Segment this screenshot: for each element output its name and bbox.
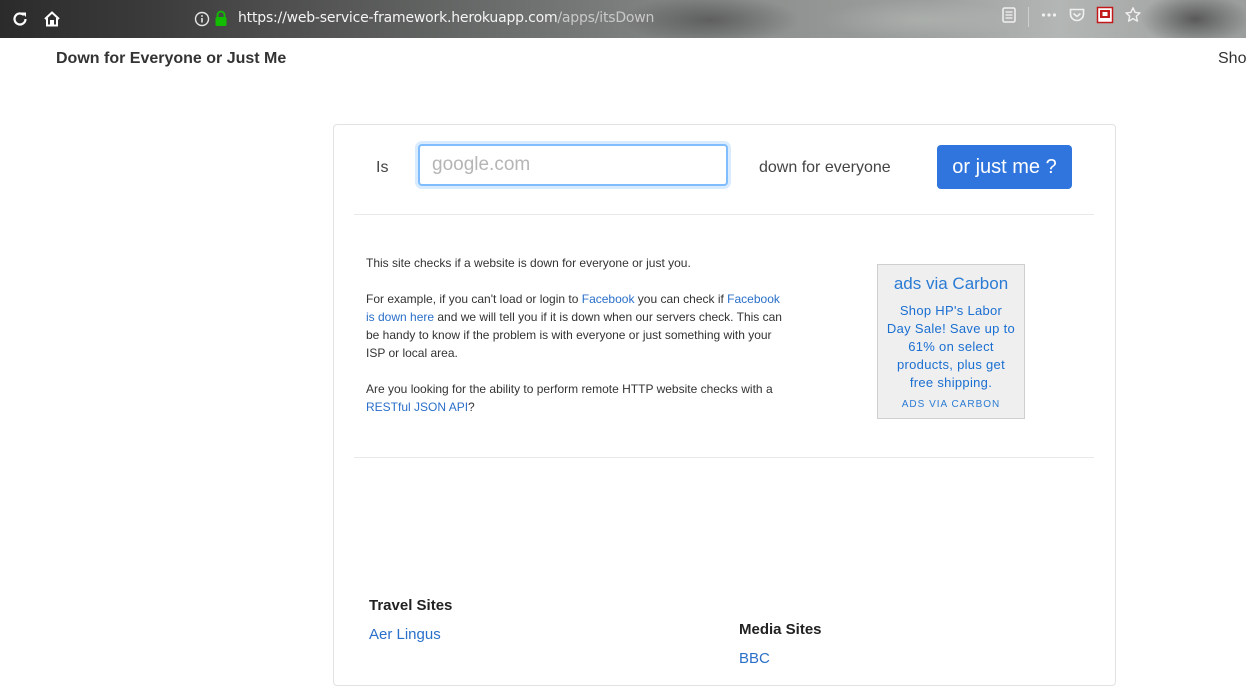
ad-title[interactable]: ads via Carbon xyxy=(878,274,1024,294)
media-site-link[interactable]: BBC xyxy=(739,650,770,667)
reload-icon xyxy=(13,12,27,26)
pocket-icon[interactable] xyxy=(1068,6,1086,24)
divider xyxy=(354,214,1094,215)
label-is: Is xyxy=(376,159,389,176)
browser-toolbar: https://web-service-framework.herokuapp.… xyxy=(0,0,1246,38)
reload-button[interactable] xyxy=(8,7,32,31)
description-paragraph: Are you looking for the ability to perfo… xyxy=(366,380,784,416)
carbon-ad[interactable]: ads via Carbon Shop HP's Labor Day Sale!… xyxy=(877,264,1025,419)
ad-footer[interactable]: ADS VIA CARBON xyxy=(878,399,1024,410)
bookmark-star-icon[interactable] xyxy=(1124,6,1142,24)
description-paragraph: For example, if you can't load or login … xyxy=(366,290,784,362)
url-path: /apps/itsDown xyxy=(557,10,655,26)
travel-site-link[interactable]: Aer Lingus xyxy=(369,626,441,643)
description: This site checks if a website is down fo… xyxy=(366,254,784,434)
text: Are you looking for the ability to perfo… xyxy=(366,382,773,396)
url-host: https://web-service-framework.herokuapp.… xyxy=(238,10,558,26)
nav-link-shop[interactable]: Sho xyxy=(1218,50,1246,68)
reader-view-icon[interactable] xyxy=(1000,6,1018,24)
home-icon xyxy=(44,11,60,27)
text: ? xyxy=(468,400,475,414)
home-button[interactable] xyxy=(40,7,64,31)
site-brand[interactable]: Down for Everyone or Just Me xyxy=(56,50,286,68)
label-down-for-everyone: down for everyone xyxy=(759,159,891,176)
url-text[interactable]: https://web-service-framework.herokuapp.… xyxy=(238,10,654,26)
divider xyxy=(354,457,1094,458)
toolbar-background-tree xyxy=(1140,0,1246,38)
media-sites-heading: Media Sites xyxy=(739,621,822,638)
restful-api-link[interactable]: RESTful JSON API xyxy=(366,400,468,414)
page-actions-menu-icon[interactable] xyxy=(1040,6,1058,24)
lock-icon[interactable] xyxy=(214,10,228,27)
facebook-link[interactable]: Facebook xyxy=(582,292,635,306)
extension-icon[interactable] xyxy=(1096,6,1114,24)
text: you can check if xyxy=(634,292,728,306)
info-icon[interactable] xyxy=(194,11,210,27)
website-input[interactable] xyxy=(418,144,728,186)
ad-body[interactable]: Shop HP's Labor Day Sale! Save up to 61%… xyxy=(886,302,1016,392)
travel-sites-heading: Travel Sites xyxy=(369,597,453,614)
description-paragraph: This site checks if a website is down fo… xyxy=(366,256,691,270)
toolbar-separator xyxy=(1028,7,1029,27)
check-button[interactable]: or just me ? xyxy=(937,145,1072,189)
text: For example, if you can't load or login … xyxy=(366,292,582,306)
